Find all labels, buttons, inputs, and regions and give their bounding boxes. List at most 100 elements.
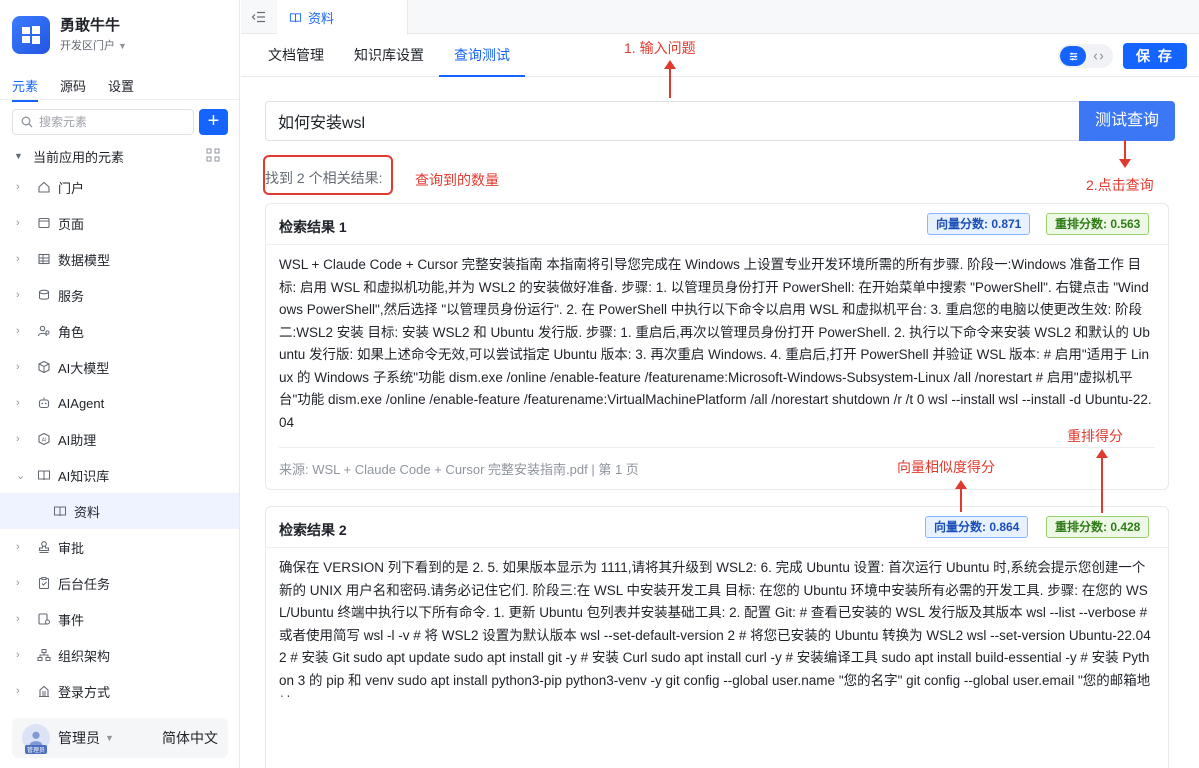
sidebar-item-ai-knowledge[interactable]: ⌄ AI知识库 <box>0 457 239 493</box>
query-field <box>265 101 1080 141</box>
sidebar-item-label: 后台任务 <box>58 576 111 592</box>
page-icon <box>36 215 52 231</box>
tab-knowledge-settings[interactable]: 知识库设置 <box>354 35 424 77</box>
view-mode-toggle[interactable] <box>1058 44 1113 68</box>
vector-score-badge: 向量分数: 0.864 <box>925 516 1029 538</box>
sidebar-item-label: 审批 <box>58 540 85 556</box>
sidebar-item-ai-agent[interactable]: › AIAgent <box>0 385 239 421</box>
result-body: 确保在 VERSION 列下看到的是 2. 5. 如果版本显示为 1111,请将… <box>279 560 1151 697</box>
database-icon <box>36 287 52 303</box>
user-bar: 管理员 管理员 ▼ 简体中文 <box>12 718 228 758</box>
sidebar-item-label: AI助理 <box>58 432 97 448</box>
sidebar-item-label: 角色 <box>58 324 85 340</box>
sidebar-item-label: 数据模型 <box>58 252 111 268</box>
caret-down-icon: ▼ <box>118 41 127 51</box>
annotation-input-question: 1. 输入问题 <box>624 40 696 56</box>
sub-navigation: 文档管理 知识库设置 查询测试 保 存 <box>241 35 1199 77</box>
sidebar-item-approval[interactable]: › 审批 <box>0 529 239 565</box>
code-mode-icon[interactable] <box>1087 46 1109 66</box>
annotation-arrow <box>1119 140 1131 168</box>
rerank-score-badge: 重排分数: 0.428 <box>1046 516 1150 538</box>
users-icon <box>36 323 52 339</box>
grid-tool-icon[interactable] <box>206 148 220 162</box>
chevron-right-icon: › <box>16 217 20 229</box>
annotation-click-query: 2.点击查询 <box>1086 177 1154 193</box>
annotation-arrow <box>1096 449 1108 513</box>
element-search <box>12 109 194 135</box>
divider <box>266 244 1168 245</box>
sidebar-item-materials[interactable]: 资料 <box>0 493 239 529</box>
sidebar-item-label: 登录方式 <box>58 684 111 700</box>
svg-text:AI: AI <box>42 437 47 443</box>
rerank-score-badge: 重排分数: 0.563 <box>1046 213 1150 235</box>
result-title: 检索结果 1 <box>279 219 347 235</box>
sidebar-item-ai-assistant[interactable]: › AI AI助理 <box>0 421 239 457</box>
event-icon <box>36 611 52 627</box>
page-tab-label: 资料 <box>308 11 335 26</box>
sidebar-item-services[interactable]: › 服务 <box>0 277 239 313</box>
language-switch[interactable]: 简体中文 <box>162 728 218 748</box>
sidebar-item-portal[interactable]: › 门户 <box>0 169 239 205</box>
search-icon <box>21 116 33 128</box>
annotation-highlight-box <box>263 155 393 195</box>
add-element-button[interactable]: + <box>199 109 228 135</box>
sidebar-item-label: 页面 <box>58 216 85 232</box>
sidebar-item-background-tasks[interactable]: › 后台任务 <box>0 565 239 601</box>
tab-document-management[interactable]: 文档管理 <box>268 35 324 77</box>
search-input[interactable] <box>39 115 189 129</box>
collapse-sidebar-icon[interactable] <box>251 9 267 25</box>
app-subtitle-dropdown[interactable]: 开发区门户 ▼ <box>60 38 127 54</box>
result-title: 检索结果 2 <box>279 522 347 538</box>
divider <box>279 447 1155 448</box>
element-tree: › 门户 › 页面 › 数据模型 › 服务 › 角色 › AI大模型 › AIA… <box>0 169 239 709</box>
query-input[interactable] <box>278 112 1058 130</box>
caret-down-icon: ▼ <box>14 151 23 161</box>
tree-header[interactable]: ▼ 当前应用的元素 <box>14 146 224 166</box>
avatar[interactable]: 管理员 <box>22 724 50 754</box>
sidebar: 勇敢牛牛 开发区门户▼ 元素 源码 设置 + ▼ 当前应用的元素 › 门户 <box>0 0 240 768</box>
caret-down-icon[interactable]: ▼ <box>105 733 114 743</box>
sidebar-item-events[interactable]: › 事件 <box>0 601 239 637</box>
annotation-count: 查询到的数量 <box>415 172 499 188</box>
sidebar-item-label: AI大模型 <box>58 360 110 376</box>
app-subtitle: 开发区门户 <box>60 40 115 52</box>
annotation-vector-score: 向量相似度得分 <box>897 459 995 475</box>
sidebar-item-label: 组织架构 <box>58 648 111 664</box>
stamp-icon <box>36 539 52 555</box>
visual-mode-icon[interactable] <box>1060 46 1086 66</box>
sidebar-item-label: AIAgent <box>58 395 105 411</box>
result-card: 检索结果 1 向量分数: 0.871 重排分数: 0.563 WSL + Cla… <box>265 203 1169 490</box>
app-brand[interactable]: 勇敢牛牛 开发区门户 ▼ <box>12 16 127 54</box>
tab-query-test[interactable]: 查询测试 <box>439 35 525 77</box>
top-tab-bar: 资料 <box>241 0 1199 35</box>
table-icon <box>36 251 52 267</box>
annotation-arrow <box>664 60 676 98</box>
sidebar-item-org-structure[interactable]: › 组织架构 <box>0 637 239 673</box>
save-button[interactable]: 保 存 <box>1123 43 1187 69</box>
user-name[interactable]: 管理员 <box>58 728 100 748</box>
sidebar-item-label: 门户 <box>58 180 85 196</box>
page-tab-materials[interactable]: 资料 <box>277 0 408 35</box>
robot-icon <box>36 395 52 411</box>
chevron-right-icon: › <box>16 361 20 373</box>
result-source: 来源: WSL + Claude Code + Cursor 完整安装指南.pd… <box>279 462 639 477</box>
home-icon <box>36 179 52 195</box>
chevron-right-icon: › <box>16 649 20 661</box>
sidebar-item-ai-model[interactable]: › AI大模型 <box>0 349 239 385</box>
app-logo-icon <box>12 16 50 54</box>
sidebar-item-label: AI知识库 <box>58 468 110 484</box>
annotation-arrow <box>955 480 967 512</box>
sidebar-item-pages[interactable]: › 页面 <box>0 205 239 241</box>
chevron-right-icon: › <box>16 613 20 625</box>
chevron-right-icon: › <box>16 685 20 697</box>
app-name: 勇敢牛牛 <box>60 17 121 34</box>
test-query-button[interactable]: 测试查询 <box>1079 101 1175 141</box>
chevron-down-icon: ⌄ <box>16 469 26 482</box>
sidebar-item-roles[interactable]: › 角色 <box>0 313 239 349</box>
sidebar-item-data-model[interactable]: › 数据模型 <box>0 241 239 277</box>
chevron-right-icon: › <box>16 541 20 553</box>
book-icon <box>52 503 68 519</box>
sidebar-item-label: 资料 <box>74 504 101 520</box>
avatar-caption: 管理员 <box>24 745 48 754</box>
sidebar-item-login-methods[interactable]: › 登录方式 <box>0 673 239 709</box>
